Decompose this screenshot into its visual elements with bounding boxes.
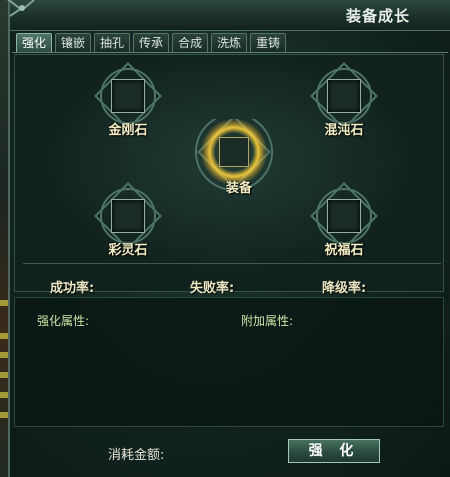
tab-bar: 强化 镶嵌 抽孔 传承 合成 洗炼 重铸 (16, 33, 287, 53)
tab-socket[interactable]: 抽孔 (94, 33, 131, 53)
slot-box[interactable] (327, 79, 361, 113)
title-bar[interactable]: 装备成长 (7, 0, 450, 31)
tab-reforge[interactable]: 重铸 (250, 33, 287, 53)
tab-strengthen[interactable]: 强化 (16, 33, 53, 53)
strengthen-button[interactable]: 强 化 (288, 439, 380, 463)
corner-ornament-icon (7, 0, 35, 17)
tab-inlay[interactable]: 镶嵌 (55, 33, 92, 53)
slot-label-blessing-stone: 祝福石 (324, 243, 364, 258)
extra-attributes-label: 附加属性: (241, 314, 294, 328)
strengthen-panel: 金刚石 混沌石 装备 彩灵石 祝福石 (14, 54, 444, 292)
cost-label: 消耗金额: (108, 448, 165, 463)
downgrade-rate-label: 降级率: (322, 281, 367, 296)
rates-divider (23, 263, 441, 264)
slot-label-color-spirit-stone: 彩灵石 (108, 243, 148, 258)
slot-box[interactable] (111, 199, 145, 233)
slot-box[interactable] (219, 137, 249, 167)
slot-label-equipment: 装备 (225, 181, 252, 196)
slot-label-chaos-stone: 混沌石 (324, 123, 364, 138)
strengthen-attributes-label: 强化属性: (37, 314, 90, 328)
slot-box[interactable] (327, 199, 361, 233)
tab-divider (12, 52, 448, 53)
attributes-panel: 强化属性: 附加属性: (14, 297, 444, 427)
slot-label-diamond: 金刚石 (108, 123, 148, 138)
window-title: 装备成长 (345, 7, 410, 25)
tab-inherit[interactable]: 传承 (133, 33, 170, 53)
tab-refine[interactable]: 洗炼 (211, 33, 248, 53)
tab-synthesize[interactable]: 合成 (172, 33, 209, 53)
slot-box[interactable] (111, 79, 145, 113)
fail-rate-label: 失败率: (190, 281, 235, 296)
equipment-growth-window: 装备成长 强化 镶嵌 抽孔 传承 合成 洗炼 重铸 金刚石 混沌石 装备 彩灵石… (7, 0, 450, 477)
success-rate-label: 成功率: (50, 281, 95, 296)
